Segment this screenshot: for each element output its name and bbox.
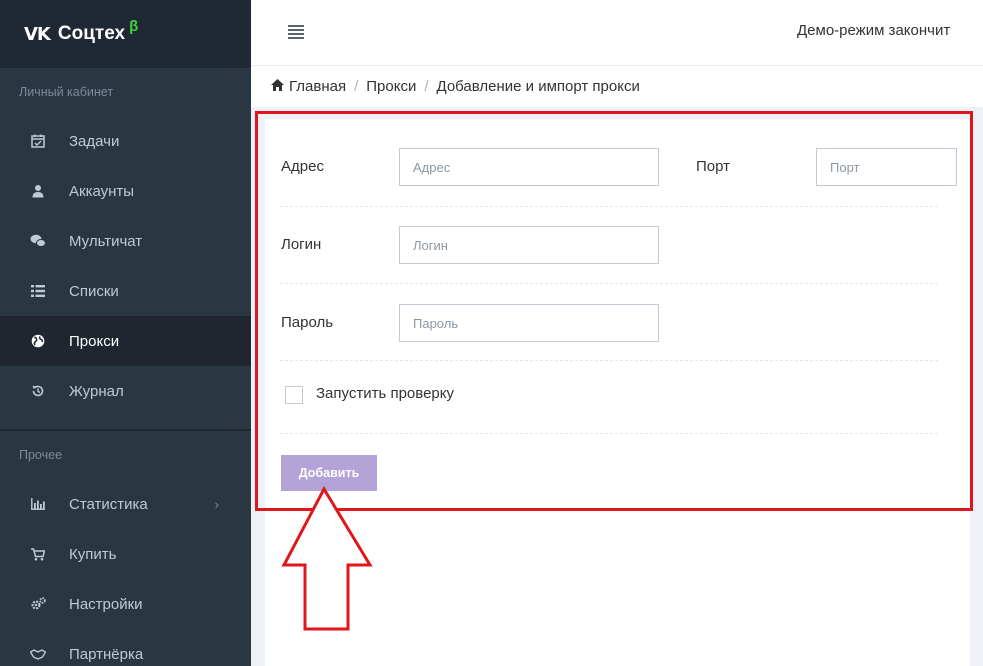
breadcrumb-proxies[interactable]: Прокси xyxy=(366,78,416,95)
sidebar-item-multichat[interactable]: Мультичат xyxy=(0,216,251,266)
breadcrumb: Главная / Прокси / Добавление и импорт п… xyxy=(251,66,983,108)
sidebar-section-title: Прочее xyxy=(19,448,63,462)
sidebar-item-buy[interactable]: Купить xyxy=(0,529,251,579)
sidebar-section-title: Личный кабинет xyxy=(19,85,114,99)
port-label: Порт xyxy=(696,158,731,175)
password-input[interactable] xyxy=(399,304,659,342)
sidebar-item-settings[interactable]: Настройки xyxy=(0,579,251,629)
sidebar-item-statistics[interactable]: Статистика › xyxy=(0,479,251,529)
sidebar-item-label: Списки xyxy=(69,282,119,300)
login-input[interactable] xyxy=(399,226,659,264)
sidebar-item-tasks[interactable]: Задачи xyxy=(0,116,251,166)
sidebar-item-label: Мультичат xyxy=(69,232,143,250)
cogs-icon xyxy=(28,597,48,611)
arrow-up-annotation xyxy=(281,485,373,631)
password-label: Пароль xyxy=(281,314,334,331)
login-label: Логин xyxy=(281,236,322,253)
handshake-icon xyxy=(28,648,48,660)
sidebar-item-label: Задачи xyxy=(69,132,120,150)
beta-badge: β xyxy=(129,17,139,35)
top-bar: Демо-режим закончит xyxy=(251,0,983,66)
address-input[interactable] xyxy=(399,148,659,186)
sidebar-item-label: Партнёрка xyxy=(69,645,144,663)
breadcrumb-separator: / xyxy=(424,78,429,95)
calendar-check-icon xyxy=(28,134,48,148)
bar-chart-icon xyxy=(28,498,48,510)
chat-icon xyxy=(28,234,48,248)
menu-toggle-icon[interactable] xyxy=(288,25,304,39)
sidebar-item-label: Журнал xyxy=(69,382,124,400)
breadcrumb-current: Добавление и импорт прокси xyxy=(436,78,640,95)
sidebar-item-journal[interactable]: Журнал xyxy=(0,366,251,416)
sidebar-item-label: Настройки xyxy=(69,595,143,613)
sidebar-item-proxies[interactable]: Прокси xyxy=(0,316,251,366)
globe-icon xyxy=(28,334,48,348)
demo-mode-notice: Демо-режим закончит xyxy=(797,22,951,39)
breadcrumb-separator: / xyxy=(354,78,359,95)
breadcrumb-home[interactable]: Главная xyxy=(289,78,346,95)
sidebar-item-accounts[interactable]: Аккаунты xyxy=(0,166,251,216)
chevron-right-icon: › xyxy=(214,496,219,512)
list-icon xyxy=(28,285,48,297)
sidebar-item-label: Купить xyxy=(69,545,117,563)
user-icon xyxy=(28,184,48,198)
brand[interactable]: VK Соцтех β xyxy=(0,0,251,68)
address-label: Адрес xyxy=(281,158,324,175)
sidebar: VK Соцтех β Личный кабинет Задачи Аккаун… xyxy=(0,0,251,666)
sidebar-item-label: Аккаунты xyxy=(69,182,135,200)
sidebar-item-label: Прокси xyxy=(69,332,120,350)
vk-logo: VK xyxy=(24,23,51,45)
brand-name: Соцтех xyxy=(57,23,126,44)
home-icon xyxy=(271,79,284,94)
port-input[interactable] xyxy=(816,148,957,186)
sidebar-item-lists[interactable]: Списки xyxy=(0,266,251,316)
cart-icon xyxy=(28,547,48,561)
run-check-checkbox[interactable] xyxy=(285,386,303,404)
sidebar-item-label: Статистика xyxy=(69,495,148,513)
sidebar-item-partner[interactable]: Партнёрка xyxy=(0,629,251,666)
history-icon xyxy=(28,384,48,398)
run-check-label[interactable]: Запустить проверку xyxy=(316,385,454,402)
